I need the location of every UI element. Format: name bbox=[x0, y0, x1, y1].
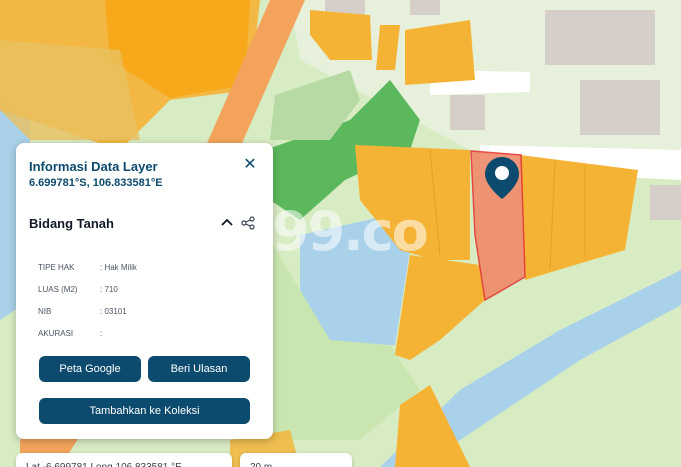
info-panel: Informasi Data Layer 6.699781°S, 106.833… bbox=[16, 143, 273, 439]
location-pin-icon[interactable] bbox=[485, 157, 519, 199]
building-2 bbox=[580, 80, 660, 135]
attribute-label: TIPE HAK bbox=[38, 263, 75, 272]
building-3 bbox=[450, 95, 485, 130]
chevron-up-icon[interactable] bbox=[219, 215, 235, 231]
attribute-label: AKURASI bbox=[38, 329, 74, 338]
google-maps-button[interactable]: Peta Google bbox=[39, 356, 141, 382]
section-title: Bidang Tanah bbox=[29, 216, 114, 231]
add-to-collection-button[interactable]: Tambahkan ke Koleksi bbox=[39, 398, 250, 424]
parcel-top-3 bbox=[405, 20, 475, 85]
attribute-label: LUAS (M2) bbox=[38, 285, 78, 294]
building-5 bbox=[410, 0, 440, 15]
parcel-topleft-3 bbox=[0, 40, 140, 140]
coordinates-readout: Lat -6.699781 Long 106.833581 °E bbox=[16, 453, 232, 467]
watermark: 99.co bbox=[272, 200, 429, 263]
panel-coordinates: 6.699781°S, 106.833581°E bbox=[29, 177, 163, 189]
attribute-label: NIB bbox=[38, 307, 52, 316]
attribute-value: : Hak Milik bbox=[100, 263, 137, 272]
attribute-value: : bbox=[100, 329, 103, 338]
close-icon[interactable]: ✕ bbox=[242, 157, 258, 173]
panel-title: Informasi Data Layer bbox=[29, 159, 158, 174]
review-button[interactable]: Beri Ulasan bbox=[148, 356, 250, 382]
share-icon[interactable] bbox=[240, 215, 256, 231]
scale-readout: 20 m bbox=[240, 453, 352, 467]
building-1 bbox=[545, 10, 655, 65]
attribute-value: : 03101 bbox=[100, 307, 127, 316]
building-4 bbox=[650, 185, 681, 220]
attribute-value: : 710 bbox=[100, 285, 118, 294]
